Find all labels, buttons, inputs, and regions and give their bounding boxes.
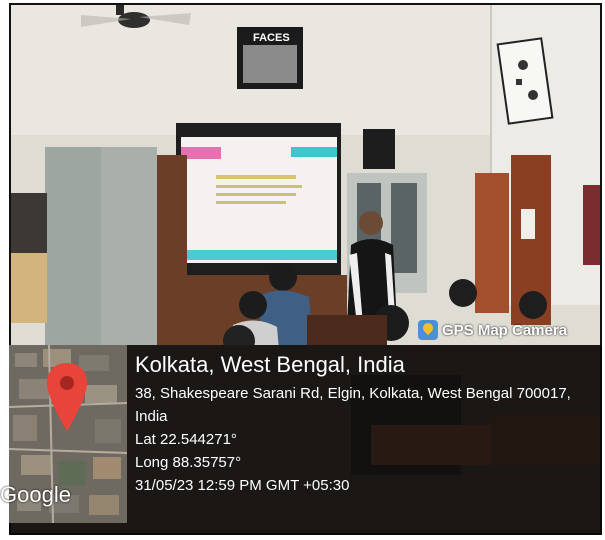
address-line-2: India xyxy=(135,408,168,425)
timestamp: 31/05/23 12:59 PM GMT +05:30 xyxy=(135,477,350,494)
longitude: Long 88.35757° xyxy=(135,454,242,471)
latitude: Lat 22.544271° xyxy=(135,431,237,448)
location-info: Kolkata, West Bengal, India 38, Shakespe… xyxy=(135,352,571,497)
svg-text:FACES: FACES xyxy=(253,32,290,44)
image-frame: FACES GPS Map Camera Google Kolkata, Wes… xyxy=(0,0,605,540)
location-city: Kolkata, West Bengal, India xyxy=(135,352,405,377)
address-line-1: 38, Shakespeare Sarani Rd, Elgin, Kolkat… xyxy=(135,385,571,402)
google-logo: Google xyxy=(0,482,71,507)
badge-label: GPS Map Camera xyxy=(442,321,568,339)
camera-pin-icon xyxy=(418,320,438,340)
faces-poster: FACES xyxy=(237,27,303,89)
gps-map-camera-badge: GPS Map Camera xyxy=(418,318,567,342)
